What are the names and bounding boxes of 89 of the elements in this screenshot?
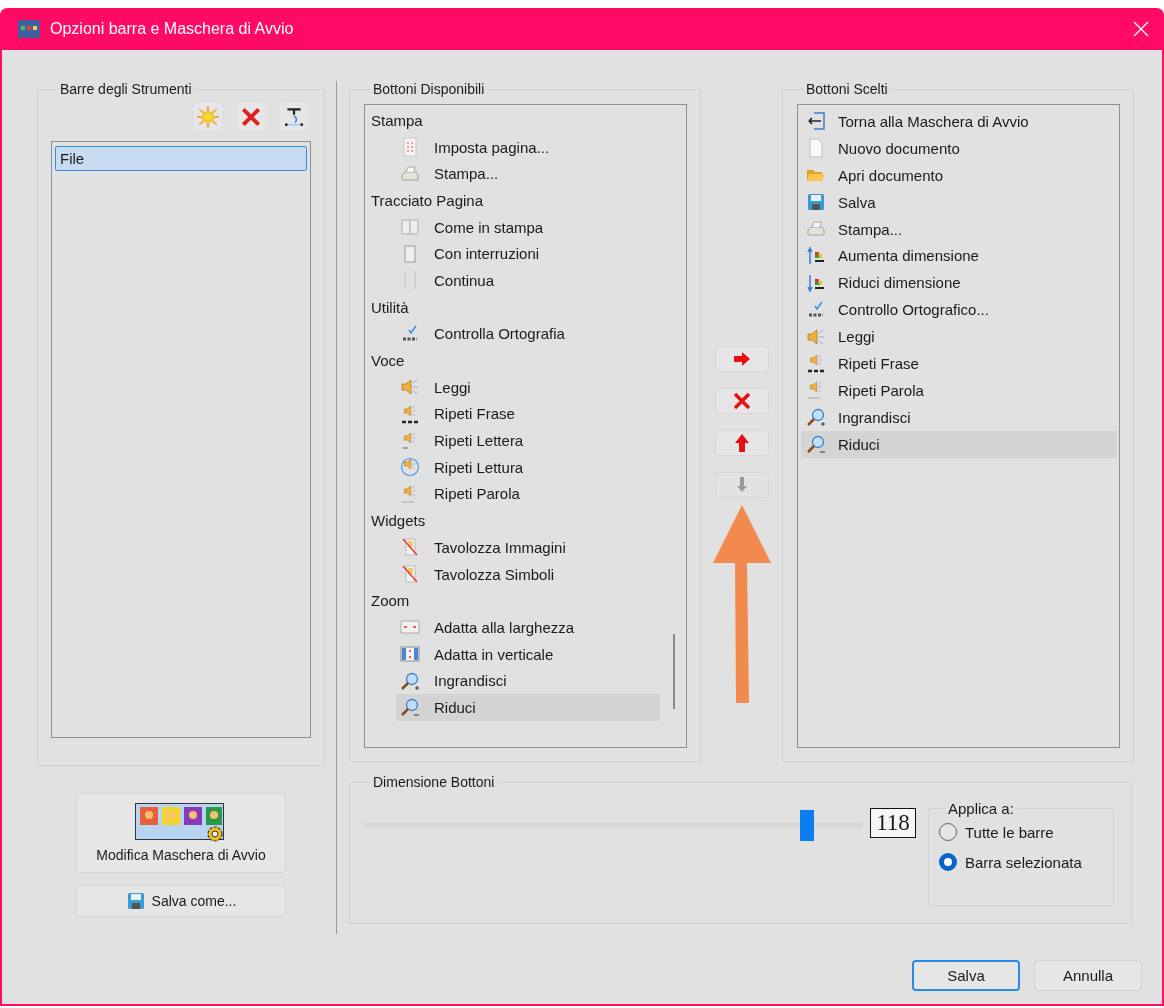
radio-option[interactable]: Barra selezionata bbox=[939, 853, 1103, 871]
decrease-size-icon bbox=[806, 272, 826, 293]
crossed-panel-icon bbox=[400, 537, 420, 558]
tree-category[interactable]: Voce bbox=[365, 347, 686, 374]
crossed-panel-icon bbox=[400, 564, 420, 585]
tree-category[interactable]: Tracciato Pagina bbox=[365, 187, 686, 214]
tree-item[interactable]: Ripeti Lettera bbox=[396, 427, 660, 454]
radio-button[interactable] bbox=[939, 823, 957, 841]
list-item[interactable]: Torna alla Maschera di Avvio bbox=[801, 108, 1117, 135]
window-title: Opzioni barra e Maschera di Avvio bbox=[50, 20, 295, 38]
tree-item[interactable]: Tavolozza Immagini bbox=[396, 534, 660, 561]
dialog-button[interactable]: Annulla bbox=[1034, 960, 1142, 991]
delete-icon bbox=[240, 106, 262, 128]
speaker-icon bbox=[806, 326, 826, 347]
group-title: Barre degli Strumenti bbox=[59, 81, 193, 97]
tree-category[interactable]: Utilità bbox=[365, 293, 686, 321]
group-title: Bottoni Scelti bbox=[805, 81, 889, 97]
list-item[interactable]: Riduci dimensione bbox=[801, 269, 1117, 297]
speaker-icon bbox=[400, 403, 420, 424]
delete-icon bbox=[731, 391, 752, 411]
list-item[interactable]: File bbox=[55, 146, 307, 171]
group-title: Bottoni Disponibili bbox=[372, 81, 486, 97]
edit-start-mask-button[interactable]: Modifica Maschera di Avvio bbox=[76, 793, 286, 873]
group-title: Applica a: bbox=[947, 800, 1015, 817]
list-item[interactable]: Controllo Ortografico... bbox=[801, 296, 1117, 324]
tree-item[interactable]: Leggi bbox=[396, 373, 660, 401]
document-icon bbox=[806, 138, 826, 159]
tree-item[interactable]: Ripeti Frase bbox=[396, 400, 660, 428]
printer-icon bbox=[400, 163, 420, 184]
tree-category[interactable]: Zoom bbox=[365, 587, 686, 615]
tree-item[interactable]: Ripeti Parola bbox=[396, 480, 660, 508]
insert-icon bbox=[283, 106, 305, 128]
speaker-icon bbox=[806, 353, 826, 374]
move-right-button[interactable] bbox=[714, 346, 769, 372]
move-up-button[interactable] bbox=[714, 430, 769, 456]
list-item[interactable]: Ripeti Frase bbox=[801, 350, 1117, 377]
list-item[interactable]: Nuovo documento bbox=[801, 134, 1117, 162]
list-item[interactable]: Apri documento bbox=[801, 161, 1117, 189]
zoom-in-icon bbox=[400, 670, 420, 691]
delete-toolbar-button[interactable] bbox=[237, 103, 265, 131]
page-setup-icon bbox=[400, 137, 420, 158]
remove-button[interactable] bbox=[714, 388, 769, 414]
close-icon bbox=[1133, 21, 1149, 37]
tree-item[interactable]: Adatta in verticale bbox=[396, 640, 660, 668]
list-item[interactable]: Stampa... bbox=[801, 215, 1117, 243]
slider-thumb[interactable] bbox=[800, 810, 815, 841]
tree-item[interactable]: Come in stampa bbox=[396, 213, 660, 241]
tree-item[interactable]: Adatta alla larghezza bbox=[396, 614, 660, 641]
printer-icon bbox=[806, 219, 826, 239]
scrollbar-thumb[interactable] bbox=[673, 634, 675, 709]
spellcheck-icon bbox=[400, 323, 420, 344]
sparkle-icon bbox=[197, 106, 219, 128]
list-item[interactable]: Leggi bbox=[801, 323, 1117, 350]
tree-item[interactable]: Continua bbox=[396, 267, 660, 294]
zoom-out-icon bbox=[400, 697, 420, 718]
list-item[interactable]: Ripeti Parola bbox=[801, 376, 1117, 404]
zoom-in-icon bbox=[806, 407, 826, 428]
radio-option[interactable]: Tutte le barre bbox=[939, 823, 1103, 841]
dialog-button[interactable]: Salva bbox=[912, 960, 1020, 991]
zoom-out-icon bbox=[806, 434, 826, 455]
tree-item[interactable]: Ripeti Lettura bbox=[396, 453, 660, 481]
fit-height-icon bbox=[400, 644, 420, 665]
tree-item[interactable]: Controlla Ortografia bbox=[396, 320, 660, 348]
tree-item[interactable]: Riduci bbox=[396, 694, 660, 721]
list-item[interactable]: Riduci bbox=[801, 430, 1117, 458]
tree-item[interactable]: Con interruzioni bbox=[396, 240, 660, 268]
list-item[interactable]: Ingrandisci bbox=[801, 403, 1117, 431]
list-item[interactable]: Aumenta dimensione bbox=[801, 242, 1117, 270]
tree-item[interactable]: Stampa... bbox=[396, 160, 660, 188]
two-page-icon bbox=[400, 217, 420, 238]
spellcheck-icon bbox=[806, 299, 826, 320]
tiles-gear-icon bbox=[135, 803, 227, 843]
back-arrow-icon bbox=[806, 111, 826, 132]
speaker-repeat-icon bbox=[400, 457, 420, 478]
increase-size-icon bbox=[806, 245, 826, 266]
tree-category[interactable]: Widgets bbox=[365, 507, 686, 534]
list-item[interactable]: Salva bbox=[801, 188, 1117, 216]
tree-item[interactable]: Imposta pagina... bbox=[396, 133, 660, 161]
group-title: Dimensione Bottoni bbox=[372, 774, 496, 790]
rename-toolbar-button[interactable] bbox=[280, 103, 308, 131]
radio-button[interactable] bbox=[939, 853, 957, 871]
tree-item[interactable]: Tavolozza Simboli bbox=[396, 560, 660, 588]
save-as-button[interactable]: Salva come... bbox=[76, 885, 286, 917]
tree-item[interactable]: Ingrandisci bbox=[396, 667, 660, 695]
speaker-icon bbox=[400, 377, 420, 398]
size-value: 118 bbox=[870, 808, 916, 838]
right-arrow-icon bbox=[731, 349, 752, 369]
app-icon bbox=[18, 18, 40, 40]
tree-category[interactable]: Stampa bbox=[365, 107, 686, 134]
